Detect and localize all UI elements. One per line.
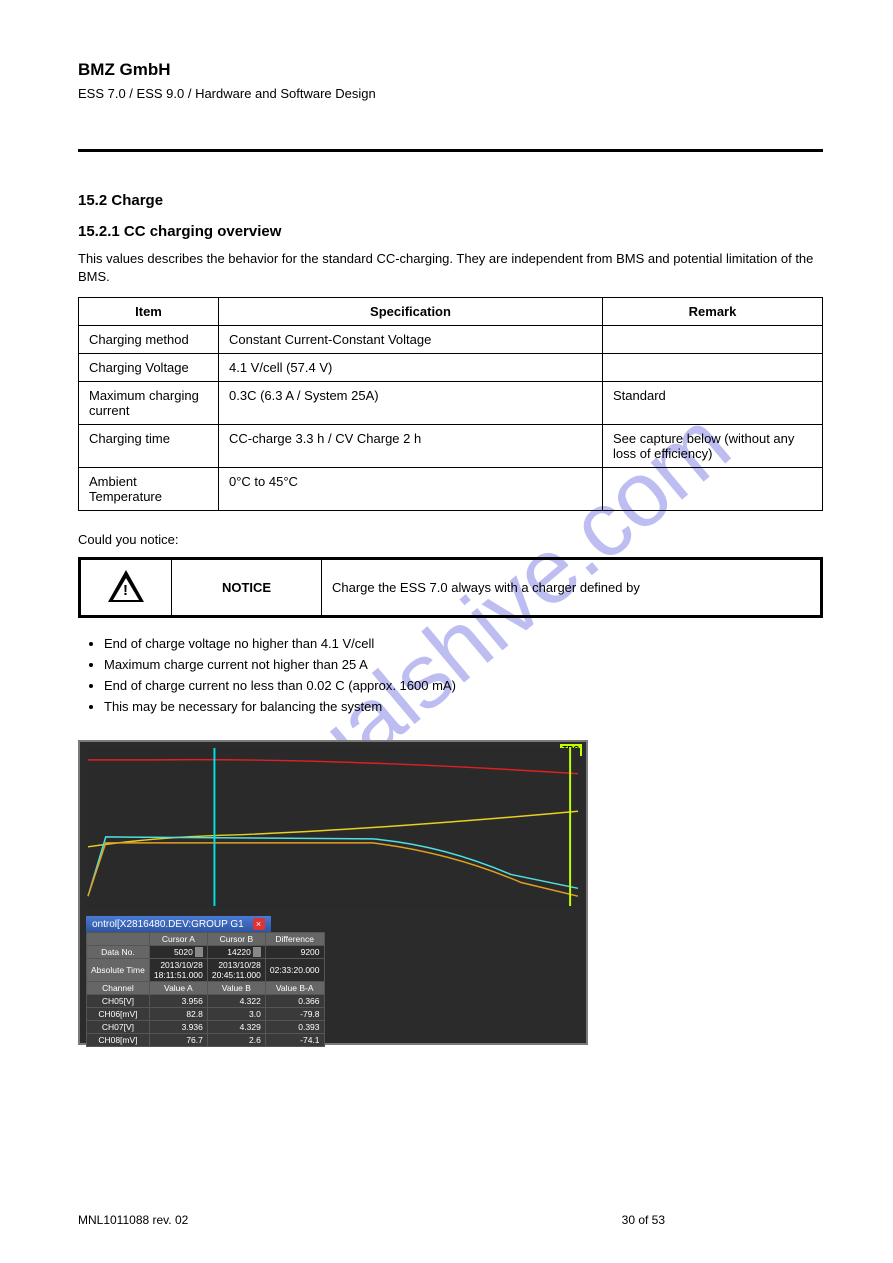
cell: 3.0 xyxy=(207,1008,265,1021)
cell: 2013/10/28 18:11:51.000 xyxy=(149,959,207,982)
series-ch07 xyxy=(88,811,578,847)
table-row: Charging time CC-charge 3.3 h / CV Charg… xyxy=(79,425,823,468)
warning-triangle-icon: ! xyxy=(108,570,144,602)
cell-remark xyxy=(603,354,823,382)
notice-label: NOTICE xyxy=(172,558,322,616)
notice-text: Charge the ESS 7.0 always with a charger… xyxy=(322,558,822,616)
close-icon[interactable]: × xyxy=(253,918,265,930)
spinner-icon[interactable] xyxy=(253,947,261,957)
header-rule xyxy=(78,149,823,152)
section-title: 15.2 Charge xyxy=(78,192,823,209)
table-header-row: Channel Value A Value B Value B-A xyxy=(87,982,325,995)
notice-title: Could you notice: xyxy=(78,531,823,549)
th-cursor-b: Cursor B xyxy=(207,932,265,945)
th-value-ba: Value B-A xyxy=(265,982,324,995)
th-value-b: Value B xyxy=(207,982,265,995)
cell-spec: CC-charge 3.3 h / CV Charge 2 h xyxy=(219,425,603,468)
th-remark: Remark xyxy=(603,298,823,326)
cell: 76.7 xyxy=(149,1034,207,1047)
th-value-a: Value A xyxy=(149,982,207,995)
intro-paragraph: This values describes the behavior for t… xyxy=(78,250,823,285)
data-window-title-text: ontrol[X2816480.DEV:GROUP G1 xyxy=(92,919,244,930)
cell-remark: Standard xyxy=(603,382,823,425)
cell-item: Charging method xyxy=(79,326,219,354)
cell-item: Maximum charging current xyxy=(79,382,219,425)
cell: 02:33:20.000 xyxy=(265,959,324,982)
footer: MNL1011088 rev. 02 30 of 53 xyxy=(78,1213,665,1227)
cell: 3.956 xyxy=(149,995,207,1008)
table-row: Ambient Temperature 0°C to 45°C xyxy=(79,468,823,511)
brand: BMZ GmbH xyxy=(78,60,823,80)
bullet-list: End of charge voltage no higher than 4.1… xyxy=(78,636,823,714)
row-label: CH07[V] xyxy=(87,1021,150,1034)
th-blank xyxy=(87,932,150,945)
cell-spec: 0°C to 45°C xyxy=(219,468,603,511)
page-content: BMZ GmbH ESS 7.0 / ESS 9.0 / Hardware an… xyxy=(0,0,893,1085)
list-item: Maximum charge current not higher than 2… xyxy=(104,657,823,672)
table-row: Maximum charging current 0.3C (6.3 A / S… xyxy=(79,382,823,425)
th-item: Item xyxy=(79,298,219,326)
table-row: CH06[mV] 82.8 3.0 -79.8 xyxy=(87,1008,325,1021)
cell-spec: Constant Current-Constant Voltage xyxy=(219,326,603,354)
list-item: End of charge voltage no higher than 4.1… xyxy=(104,636,823,651)
chart-svg xyxy=(86,748,580,906)
cell: -79.8 xyxy=(265,1008,324,1021)
page-number: 30 of 53 xyxy=(622,1213,665,1227)
cell: 2.6 xyxy=(207,1034,265,1047)
spinner-icon[interactable] xyxy=(195,947,203,957)
cell: 3.936 xyxy=(149,1021,207,1034)
chart-capture: TRG ontrol[X2816480.DEV:GROUP G1 × xyxy=(78,740,588,1045)
table-row: CH05[V] 3.956 4.322 0.366 xyxy=(87,995,325,1008)
th-diff: Difference xyxy=(265,932,324,945)
cell: 5020 xyxy=(149,945,207,959)
cell-item: Charging Voltage xyxy=(79,354,219,382)
cell: 82.8 xyxy=(149,1008,207,1021)
revision: MNL1011088 rev. 02 xyxy=(78,1213,188,1227)
cell-remark: See capture below (without any loss of e… xyxy=(603,425,823,468)
th-channel: Channel xyxy=(87,982,150,995)
th-cursor-a: Cursor A xyxy=(149,932,207,945)
table-row: CH07[V] 3.936 4.329 0.393 xyxy=(87,1021,325,1034)
spec-table: Item Specification Remark Charging metho… xyxy=(78,297,823,511)
notice-table: ! NOTICE Charge the ESS 7.0 always with … xyxy=(78,557,823,618)
data-window-title: ontrol[X2816480.DEV:GROUP G1 × xyxy=(86,916,271,932)
cell: 14220 xyxy=(207,945,265,959)
series-ch06 xyxy=(88,837,578,896)
row-label: CH05[V] xyxy=(87,995,150,1008)
cell: 0.366 xyxy=(265,995,324,1008)
docline: ESS 7.0 / ESS 9.0 / Hardware and Softwar… xyxy=(78,86,823,101)
table-row: Absolute Time 2013/10/28 18:11:51.000 20… xyxy=(87,959,325,982)
list-item: This may be necessary for balancing the … xyxy=(104,699,823,714)
row-label: Absolute Time xyxy=(87,959,150,982)
notice-icon-cell: ! xyxy=(80,558,172,616)
table-header-row: Cursor A Cursor B Difference xyxy=(87,932,325,945)
cell: 9200 xyxy=(265,945,324,959)
series-ch05 xyxy=(88,759,578,773)
cell: 4.322 xyxy=(207,995,265,1008)
table-row: Charging method Constant Current-Constan… xyxy=(79,326,823,354)
row-label: Data No. xyxy=(87,945,150,959)
cell: 0.393 xyxy=(265,1021,324,1034)
series-ch08 xyxy=(88,842,578,895)
cell: -74.1 xyxy=(265,1034,324,1047)
row-label: CH06[mV] xyxy=(87,1008,150,1021)
cursor-data-table: Cursor A Cursor B Difference Data No. 50… xyxy=(86,932,325,1048)
th-spec: Specification xyxy=(219,298,603,326)
cell-item: Charging time xyxy=(79,425,219,468)
table-row: Charging Voltage 4.1 V/cell (57.4 V) xyxy=(79,354,823,382)
cell-remark xyxy=(603,468,823,511)
row-label: CH08[mV] xyxy=(87,1034,150,1047)
cell: 2013/10/28 20:45:11.000 xyxy=(207,959,265,982)
table-row: Data No. 5020 14220 9200 xyxy=(87,945,325,959)
cell-item: Ambient Temperature xyxy=(79,468,219,511)
cell-spec: 4.1 V/cell (57.4 V) xyxy=(219,354,603,382)
cell: 4.329 xyxy=(207,1021,265,1034)
list-item: End of charge current no less than 0.02 … xyxy=(104,678,823,693)
chart-plot-area xyxy=(86,748,580,908)
table-header-row: Item Specification Remark xyxy=(79,298,823,326)
subsection-title: 15.2.1 CC charging overview xyxy=(78,223,823,240)
table-row: CH08[mV] 76.7 2.6 -74.1 xyxy=(87,1034,325,1047)
cell-spec: 0.3C (6.3 A / System 25A) xyxy=(219,382,603,425)
cell-remark xyxy=(603,326,823,354)
